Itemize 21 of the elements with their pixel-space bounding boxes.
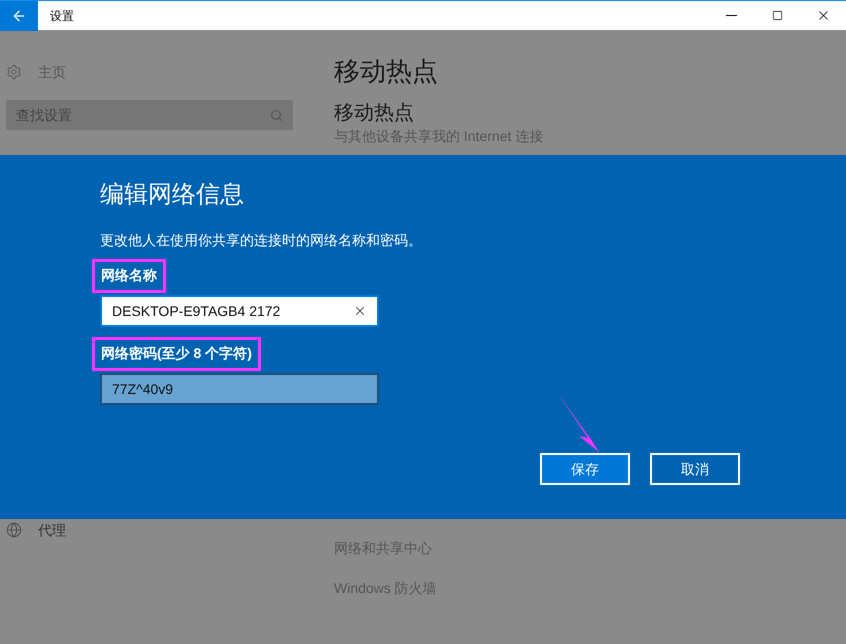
field-label: 网络密码(至少 8 个字符) bbox=[101, 345, 252, 361]
window-title: 设置 bbox=[50, 8, 74, 24]
globe-icon bbox=[6, 522, 22, 538]
section-title: 移动热点 bbox=[334, 101, 415, 126]
cancel-button[interactable]: 取消 bbox=[650, 453, 740, 485]
save-button[interactable]: 保存 bbox=[540, 453, 630, 485]
minimize-icon bbox=[726, 15, 736, 16]
maximize-icon bbox=[772, 10, 782, 21]
text-field[interactable]: DESKTOP-E9TAGB4 2172 bbox=[100, 295, 379, 327]
back-button[interactable] bbox=[0, 0, 38, 30]
page-title: 移动热点 bbox=[334, 55, 439, 88]
dialog-title: 编辑网络信息 bbox=[100, 180, 245, 210]
clear-icon[interactable] bbox=[353, 304, 367, 318]
settings-icon bbox=[6, 64, 22, 80]
field-label: 网络名称 bbox=[101, 267, 157, 283]
text-input[interactable]: DESKTOP-E9TAGB4 2172 bbox=[112, 300, 353, 322]
sidebar-item[interactable]: 代理 bbox=[38, 520, 66, 540]
search-icon bbox=[270, 108, 283, 122]
dialog-description: 更改他人在使用你共享的连接时的网络名称和密码。 bbox=[100, 231, 423, 249]
text-field[interactable]: 77Z^40v9 bbox=[100, 373, 379, 405]
text-input[interactable]: 77Z^40v9 bbox=[112, 378, 367, 400]
